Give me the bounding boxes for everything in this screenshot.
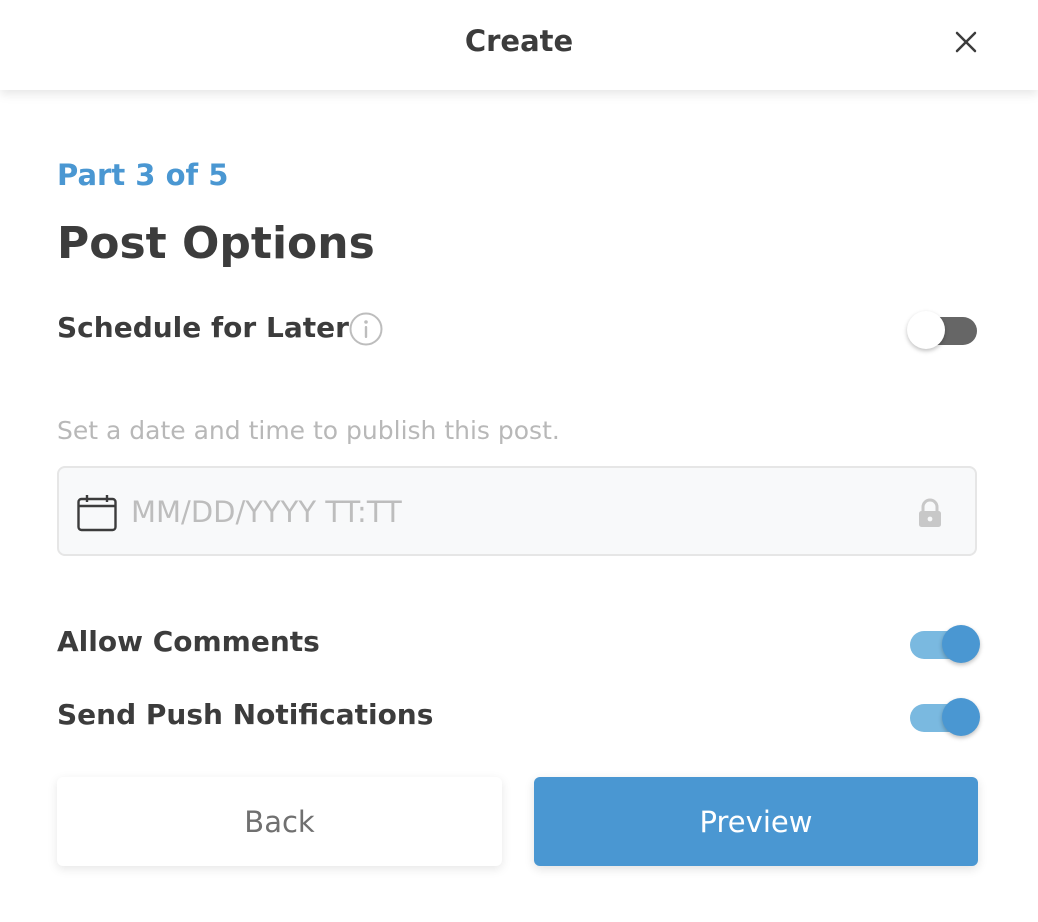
modal-header: Create <box>0 0 1038 90</box>
toggle-knob <box>942 698 980 736</box>
allow-comments-toggle[interactable] <box>910 624 980 664</box>
schedule-label: Schedule for Later <box>57 311 349 344</box>
date-time-input[interactable] <box>131 488 891 536</box>
modal-title: Create <box>464 24 574 58</box>
schedule-date-field[interactable] <box>57 466 977 556</box>
lock-icon <box>919 498 941 527</box>
close-button[interactable] <box>950 26 982 58</box>
close-icon <box>955 31 977 53</box>
calendar-icon <box>77 495 117 532</box>
allow-comments-label: Allow Comments <box>57 625 320 658</box>
step-indicator: Part 3 of 5 <box>57 158 229 192</box>
page-title: Post Options <box>57 218 375 269</box>
toggle-knob <box>942 625 980 663</box>
push-notifications-toggle[interactable] <box>910 697 980 737</box>
toggle-knob <box>907 311 945 349</box>
push-notifications-label: Send Push Notifications <box>57 698 434 731</box>
schedule-hint: Set a date and time to publish this post… <box>57 416 560 445</box>
info-icon[interactable] <box>349 312 383 346</box>
back-button[interactable]: Back <box>57 777 502 866</box>
preview-button[interactable]: Preview <box>534 777 978 866</box>
schedule-toggle[interactable] <box>907 310 977 350</box>
